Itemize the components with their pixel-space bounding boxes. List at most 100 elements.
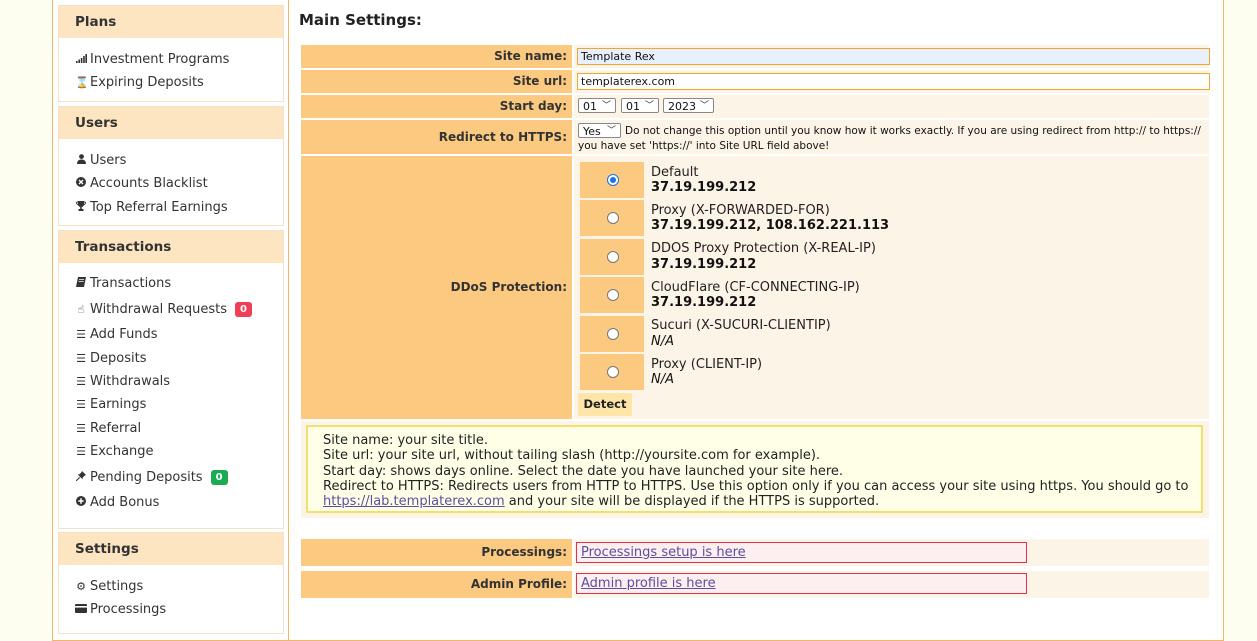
site-url-input[interactable]: templaterex.com — [577, 73, 1210, 90]
ddos-radio-cell-sucuri — [580, 316, 644, 352]
site-url-label: Site url: — [301, 70, 572, 93]
chevron-down-icon: ﹀ — [601, 101, 611, 111]
sidebar-item-investment-programs[interactable]: Investment Programs — [75, 48, 283, 71]
sidebar-item-accounts-blacklist[interactable]: Accounts Blacklist — [75, 172, 283, 195]
redirect-note-line1: Do not change this option until you know… — [625, 125, 1201, 137]
sidebar-section-users: Users Users Accounts Blacklist Top Refer… — [58, 106, 284, 226]
ddos-radio-client-ip[interactable] — [607, 366, 619, 378]
sidebar-item-label: Processings — [90, 602, 167, 618]
redirect-note-line2: you have set 'https://' into Site URL fi… — [578, 140, 830, 152]
processings-label: Processings: — [301, 539, 572, 566]
processings-link-box: Processings setup is here — [576, 542, 1027, 563]
sidebar-item-add-bonus[interactable]: Add Bonus — [75, 491, 283, 514]
ddos-protection-label: DDoS Protection: — [301, 156, 572, 419]
sidebar-item-withdrawal-requests[interactable]: ☝ Withdrawal Requests 0 — [75, 295, 283, 323]
processings-setup-link[interactable]: Processings setup is here — [581, 545, 746, 560]
sidebar-item-label: Investment Programs — [90, 52, 230, 68]
book-icon — [75, 272, 87, 295]
ddos-option-ip: 37.19.199.212 — [651, 257, 757, 272]
list-icon: ☰ — [76, 328, 86, 342]
sidebar-item-users[interactable]: Users — [75, 149, 283, 172]
sidebar-item-label: Pending Deposits — [90, 469, 203, 485]
hourglass-icon: ⌛ — [75, 76, 89, 90]
admin-profile-label: Admin Profile: — [301, 571, 572, 598]
templaterex-lab-link[interactable]: https://lab.templaterex.com — [323, 494, 505, 509]
user-icon — [75, 149, 87, 172]
gear-icon: ⚙ — [76, 580, 86, 594]
plus-circle-icon — [75, 491, 87, 514]
signal-bars-icon — [75, 48, 87, 71]
start-day-month-value: 01 — [626, 100, 640, 113]
admin-profile-link-box: Admin profile is here — [576, 573, 1027, 594]
ddos-radio-cell-default — [580, 162, 644, 198]
help-line: Site name: your site title. — [323, 433, 488, 448]
sidebar-item-exchange[interactable]: ☰ Exchange — [75, 440, 283, 463]
sidebar-item-expiring-deposits[interactable]: ⌛ Expiring Deposits — [75, 71, 283, 94]
admin-profile-link[interactable]: Admin profile is here — [581, 576, 716, 591]
sidebar-item-transactions[interactable]: Transactions — [75, 272, 283, 295]
sidebar-item-label: Deposits — [90, 350, 147, 366]
chevron-down-icon: ﹀ — [699, 101, 709, 111]
ddos-radio-cell-real-ip — [580, 239, 644, 275]
trophy-icon — [75, 196, 87, 219]
ddos-radio-default[interactable] — [607, 174, 619, 186]
start-day-month-select[interactable]: 01 ﹀ — [621, 98, 659, 113]
sidebar-item-label: Withdrawals — [90, 374, 171, 390]
start-day-label: Start day: — [301, 95, 572, 118]
sidebar-item-withdrawals[interactable]: ☰ Withdrawals — [75, 370, 283, 393]
help-line: Start day: shows days online. Select the… — [323, 463, 844, 479]
sidebar-header-transactions: Transactions — [59, 231, 283, 263]
hand-pointer-icon: ☝ — [77, 302, 85, 316]
sidebar-item-referral[interactable]: ☰ Referral — [75, 416, 283, 439]
start-day-year-select[interactable]: 2023 ﹀ — [663, 98, 714, 113]
start-day-year-value: 2023 — [668, 100, 696, 113]
ddos-radio-real-ip[interactable] — [607, 251, 619, 263]
sidebar-item-label: Accounts Blacklist — [90, 176, 208, 192]
sidebar-item-label: Add Funds — [90, 327, 158, 343]
chevron-down-icon: ﹀ — [606, 126, 616, 136]
sidebar-divider — [288, 0, 289, 640]
ddos-radio-cell-client-ip — [580, 354, 644, 390]
withdrawal-requests-badge: 0 — [235, 301, 252, 317]
sidebar-header-settings: Settings — [59, 533, 283, 565]
ddos-option-ip: 37.19.199.212 — [651, 180, 757, 195]
sidebar-item-label: Top Referral Earnings — [90, 199, 228, 215]
sidebar-item-pending-deposits[interactable]: Pending Deposits 0 — [75, 463, 283, 491]
ddos-option-name: DDOS Proxy Protection (X-REAL-IP) — [651, 241, 876, 256]
ddos-radio-cell-cloudflare — [580, 277, 644, 313]
sidebar-item-deposits[interactable]: ☰ Deposits — [75, 347, 283, 370]
sidebar-item-processings[interactable]: Processings — [75, 598, 283, 621]
list-icon: ☰ — [76, 444, 86, 458]
ddos-option-ip: 37.19.199.212 — [651, 295, 757, 310]
sidebar-item-top-referral-earnings[interactable]: Top Referral Earnings — [75, 196, 283, 219]
redirect-https-select[interactable]: Yes ﹀ — [578, 123, 621, 138]
list-icon: ☰ — [76, 398, 86, 412]
ddos-option-ip: N/A — [651, 372, 674, 387]
help-line: Redirect to HTTPS: Redirects users from … — [323, 478, 1189, 494]
sidebar-item-label: Referral — [90, 420, 142, 436]
sidebar-item-label: Transactions — [90, 276, 172, 292]
ddos-radio-forwarded-for[interactable] — [607, 212, 619, 224]
start-day-day-value: 01 — [583, 100, 597, 113]
ddos-option-ip: N/A — [651, 334, 674, 349]
sidebar-item-earnings[interactable]: ☰ Earnings — [75, 393, 283, 416]
help-line: Site url: your site url, without tailing… — [323, 448, 821, 464]
start-day-day-select[interactable]: 01 ﹀ — [578, 98, 616, 113]
ddos-option-name: Proxy (CLIENT-IP) — [651, 357, 763, 372]
sidebar-item-label: Users — [90, 153, 127, 169]
sidebar-header-users: Users — [59, 107, 283, 139]
sidebar-item-add-funds[interactable]: ☰ Add Funds — [75, 323, 283, 346]
ddos-option-name: Sucuri (X-SUCURI-CLIENTIP) — [651, 318, 831, 333]
ddos-option-name: CloudFlare (CF-CONNECTING-IP) — [651, 280, 860, 295]
thumbtack-icon — [75, 466, 87, 489]
list-icon: ☰ — [76, 375, 86, 389]
sidebar-item-label: Earnings — [90, 397, 147, 413]
sidebar-section-plans: Plans Investment Programs ⌛ Expiring Dep… — [58, 5, 284, 102]
sidebar-item-settings[interactable]: ⚙ Settings — [75, 575, 283, 598]
sidebar-item-label: Exchange — [90, 443, 154, 459]
detect-button[interactable]: Detect — [578, 393, 632, 416]
ddos-radio-cloudflare[interactable] — [607, 289, 619, 301]
ddos-radio-sucuri[interactable] — [607, 328, 619, 340]
sidebar-item-label: Settings — [90, 579, 144, 595]
site-name-input[interactable]: Template Rex — [577, 48, 1210, 65]
